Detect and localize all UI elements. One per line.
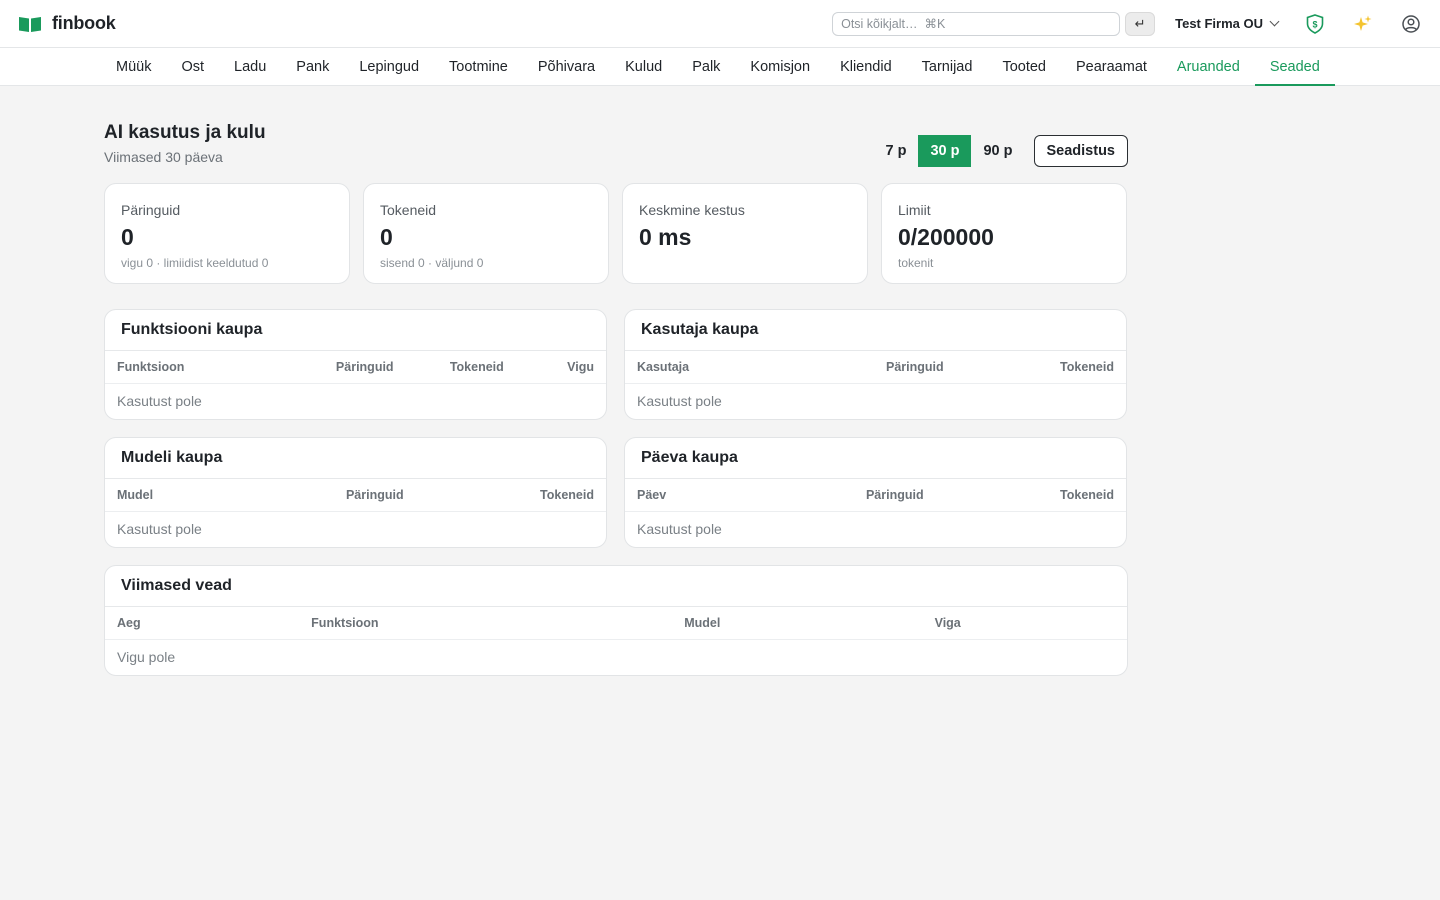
column-header[interactable]: Vigu [515, 351, 606, 384]
stat-label: Tokeneid [380, 202, 437, 218]
card-title: Päeva kaupa [625, 438, 1126, 479]
nav-item-muuk[interactable]: Müük [101, 48, 166, 85]
period-30-button[interactable]: 30 p [918, 135, 972, 167]
column-header[interactable]: Funktsioon [105, 351, 306, 384]
period-selector: 7 p 30 p 90 p Seadistus [874, 135, 1128, 167]
empty-state: Kasutust pole [637, 521, 722, 538]
stat-label: Limiit [898, 202, 931, 218]
recent-errors-table: Aeg Funktsioon Mudel Viga Vigu pole [105, 607, 1127, 675]
page-header: AI kasutus ja kulu Viimased 30 päeva 7 p… [104, 86, 1128, 183]
chevron-down-icon [1269, 16, 1280, 27]
by-function-card: Funktsiooni kaupa Funktsioon Päringuid T… [104, 309, 607, 420]
by-day-card: Päeva kaupa Päev Päringuid Tokeneid Kasu… [624, 437, 1127, 548]
nav-item-pank[interactable]: Pank [281, 48, 344, 85]
shield-s-icon[interactable]: $ [1304, 13, 1326, 35]
by-model-card: Mudeli kaupa Mudel Päringuid Tokeneid Ka… [104, 437, 607, 548]
stat-sub: sisend 0 · väljund 0 [380, 256, 484, 270]
page-title: AI kasutus ja kulu [104, 122, 266, 143]
nav-item-ost[interactable]: Ost [166, 48, 219, 85]
user-circle-icon[interactable] [1400, 13, 1422, 35]
top-bar: finbook ↵ Test Firma OU $ [0, 0, 1440, 47]
period-7-button[interactable]: 7 p [874, 135, 919, 167]
empty-state: Kasutust pole [637, 393, 722, 410]
search-input[interactable] [832, 11, 1121, 36]
main-nav: Müük Ost Ladu Pank Lepingud Tootmine Põh… [0, 47, 1440, 86]
tables-row-2: Mudeli kaupa Mudel Päringuid Tokeneid Ka… [104, 437, 1128, 548]
nav-item-kulud[interactable]: Kulud [610, 48, 677, 85]
column-header[interactable]: Tokeneid [935, 479, 1126, 512]
nav-item-palk[interactable]: Palk [677, 48, 735, 85]
setup-button[interactable]: Seadistus [1033, 135, 1128, 167]
column-header[interactable]: Tokeneid [415, 479, 606, 512]
nav-item-aruanded[interactable]: Aruanded [1162, 48, 1255, 85]
column-header[interactable]: Funktsioon [299, 607, 673, 640]
by-day-table: Päev Päringuid Tokeneid Kasutust pole [625, 479, 1126, 547]
stat-card-duration: Keskmine kestus 0 ms [622, 183, 868, 284]
column-header[interactable]: Päev [625, 479, 826, 512]
svg-text:$: $ [1312, 19, 1317, 29]
column-header[interactable]: Päringuid [825, 479, 936, 512]
nav-item-lepingud[interactable]: Lepingud [344, 48, 434, 85]
nav-item-kliendid[interactable]: Kliendid [825, 48, 907, 85]
book-icon [18, 15, 42, 33]
main-content: AI kasutus ja kulu Viimased 30 päeva 7 p… [104, 86, 1128, 676]
nav-item-pearaamat[interactable]: Pearaamat [1061, 48, 1162, 85]
column-header[interactable]: Kasutaja [625, 351, 826, 384]
company-selector[interactable]: Test Firma OU [1175, 16, 1280, 31]
stat-value: 0/200000 [898, 224, 994, 250]
empty-state: Kasutust pole [117, 521, 202, 538]
stat-value: 0 ms [639, 224, 692, 250]
column-header[interactable]: Tokeneid [955, 351, 1126, 384]
column-header[interactable]: Päringuid [825, 351, 956, 384]
stat-card-limit: Limiit 0/200000 tokenit [881, 183, 1127, 284]
stat-sub: vigu 0 · limiidist keeldutud 0 [121, 256, 269, 270]
column-header[interactable]: Päringuid [305, 351, 406, 384]
stat-card-tokens: Tokeneid 0 sisend 0 · väljund 0 [363, 183, 609, 284]
empty-state: Vigu pole [117, 649, 176, 666]
column-header[interactable]: Mudel [672, 607, 923, 640]
card-title: Kasutaja kaupa [625, 310, 1126, 351]
recent-errors-card: Viimased vead Aeg Funktsioon Mudel Viga … [104, 565, 1128, 676]
stat-label: Keskmine kestus [639, 202, 745, 218]
nav-item-seaded[interactable]: Seaded [1254, 48, 1335, 86]
stat-value: 0 [121, 224, 134, 250]
nav-item-ladu[interactable]: Ladu [219, 48, 281, 85]
nav-item-tarnijad[interactable]: Tarnijad [907, 48, 988, 85]
brand[interactable]: finbook [18, 13, 116, 34]
card-title: Funktsiooni kaupa [105, 310, 606, 351]
column-header[interactable]: Viga [922, 607, 1127, 640]
stat-card-requests: Päringuid 0 vigu 0 · limiidist keeldutud… [104, 183, 350, 284]
by-function-table: Funktsioon Päringuid Tokeneid Vigu Kasut… [105, 351, 606, 419]
card-title: Viimased vead [105, 566, 1127, 607]
search-submit-button[interactable]: ↵ [1125, 11, 1156, 36]
nav-item-tootmine[interactable]: Tootmine [434, 48, 523, 85]
empty-state: Kasutust pole [117, 393, 202, 410]
brand-name: finbook [52, 13, 116, 33]
sparkle-icon[interactable] [1352, 13, 1374, 35]
header-actions: ↵ Test Firma OU $ [832, 0, 1422, 47]
stat-value: 0 [380, 224, 393, 250]
card-title: Mudeli kaupa [105, 438, 606, 479]
nav-item-pohivara[interactable]: Põhivara [523, 48, 610, 85]
stats-row: Päringuid 0 vigu 0 · limiidist keeldutud… [104, 183, 1128, 284]
nav-item-komisjon[interactable]: Komisjon [735, 48, 825, 85]
by-model-table: Mudel Päringuid Tokeneid Kasutust pole [105, 479, 606, 547]
column-header[interactable]: Aeg [105, 607, 300, 640]
stat-sub: tokenit [898, 256, 934, 270]
column-header[interactable]: Päringuid [305, 479, 416, 512]
period-90-button[interactable]: 90 p [971, 135, 1024, 167]
page-subtitle: Viimased 30 päeva [104, 149, 223, 165]
nav-item-tooted[interactable]: Tooted [987, 48, 1061, 85]
stat-label: Päringuid [121, 202, 181, 218]
company-name: Test Firma OU [1175, 16, 1263, 31]
by-user-card: Kasutaja kaupa Kasutaja Päringuid Tokene… [624, 309, 1127, 420]
tables-row-1: Funktsiooni kaupa Funktsioon Päringuid T… [104, 309, 1128, 420]
by-user-table: Kasutaja Päringuid Tokeneid Kasutust pol… [625, 351, 1126, 419]
column-header[interactable]: Tokeneid [405, 351, 516, 384]
column-header[interactable]: Mudel [105, 479, 306, 512]
